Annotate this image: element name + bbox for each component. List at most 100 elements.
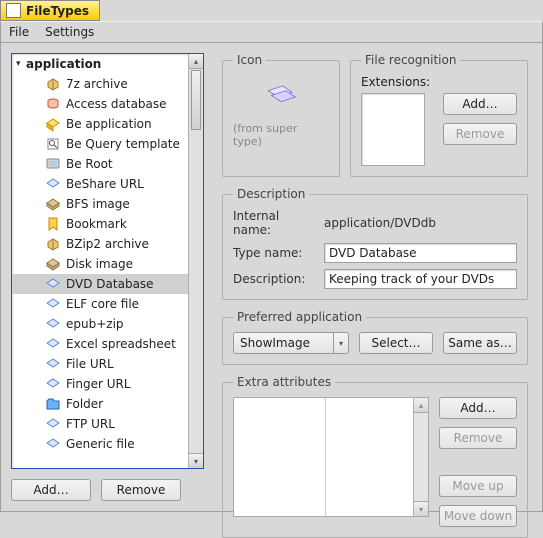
attr-add-button[interactable]: Add… xyxy=(439,397,517,419)
tree-item-label: Be application xyxy=(66,117,152,131)
tree-item[interactable]: BZip2 archive xyxy=(12,234,188,254)
type-tree[interactable]: application 7z archive Access database Be a… xyxy=(11,53,204,469)
menu-file[interactable]: File xyxy=(9,25,29,39)
menu-bar: File Settings xyxy=(0,21,543,43)
type-name-label: Type name: xyxy=(233,246,318,260)
extensions-list[interactable] xyxy=(361,93,425,166)
folder-icon xyxy=(44,396,61,413)
tree-item[interactable]: FTP URL xyxy=(12,414,188,434)
tree-item[interactable]: BFS image xyxy=(12,194,188,214)
tree-item[interactable]: 7z archive xyxy=(12,74,188,94)
tree-item-label: BeShare URL xyxy=(66,177,144,191)
window-title-bar: FileTypes xyxy=(0,0,100,21)
tree-item[interactable]: Finger URL xyxy=(12,374,188,394)
internal-name-label: Internal name: xyxy=(233,209,318,237)
attr-move-down-button[interactable]: Move down xyxy=(439,505,517,527)
attributes-table[interactable]: ▴ ▾ xyxy=(233,397,429,517)
tree-item-label: Folder xyxy=(66,397,103,411)
tree-item[interactable]: Access database xyxy=(12,94,188,114)
tree-item-label: Generic file xyxy=(66,437,135,451)
generic-icon xyxy=(44,336,61,353)
tree-item-label: BFS image xyxy=(66,197,130,211)
icon-group-title: Icon xyxy=(233,53,266,67)
tree-item[interactable]: Be application xyxy=(12,114,188,134)
tree-item[interactable]: Bookmark xyxy=(12,214,188,234)
scroll-down-icon: ▾ xyxy=(414,501,428,516)
attr-move-up-button[interactable]: Move up xyxy=(439,475,517,497)
tree-item-label: File URL xyxy=(66,357,114,371)
disk-icon xyxy=(44,256,61,273)
type-name-input[interactable]: DVD Database xyxy=(324,243,517,263)
query-icon xyxy=(44,136,61,153)
description-group: Description Internal name: application/D… xyxy=(222,187,528,300)
tree-item-label: DVD Database xyxy=(66,277,154,291)
attr-scrollbar[interactable]: ▴ ▾ xyxy=(413,398,428,516)
preferred-app-title: Preferred application xyxy=(233,310,366,324)
attr-remove-button[interactable]: Remove xyxy=(439,427,517,449)
generic-icon xyxy=(44,436,61,453)
window-title: FileTypes xyxy=(26,4,89,18)
scroll-up-icon: ▴ xyxy=(414,398,428,413)
tree-item-label: Finger URL xyxy=(66,377,131,391)
generic-icon xyxy=(44,296,61,313)
scroll-down-icon[interactable]: ▾ xyxy=(189,453,203,468)
scroll-thumb[interactable] xyxy=(191,70,201,130)
tree-add-button[interactable]: Add… xyxy=(11,479,91,501)
app-icon xyxy=(44,116,61,133)
generic-icon xyxy=(44,356,61,373)
tree-item[interactable]: DVD Database xyxy=(12,274,188,294)
description-label: Description: xyxy=(233,272,318,286)
tree-item-label: Be Root xyxy=(66,157,113,171)
disk-icon xyxy=(44,196,61,213)
extension-add-button[interactable]: Add… xyxy=(443,93,517,115)
close-button[interactable] xyxy=(6,3,21,18)
tree-item[interactable]: epub+zip xyxy=(12,314,188,334)
tree-item-label: 7z archive xyxy=(66,77,128,91)
tree-scrollbar[interactable]: ▴ ▾ xyxy=(188,54,203,468)
tree-item-label: application xyxy=(26,57,101,71)
generic-icon xyxy=(44,176,61,193)
type-icon-preview[interactable] xyxy=(262,78,300,119)
tree-item[interactable]: File URL xyxy=(12,354,188,374)
tree-item-label: Access database xyxy=(66,97,167,111)
extensions-label: Extensions: xyxy=(361,75,517,89)
chevron-down-icon[interactable]: ▾ xyxy=(333,332,349,354)
generic-icon xyxy=(44,376,61,393)
menu-settings[interactable]: Settings xyxy=(45,25,94,39)
extension-remove-button[interactable]: Remove xyxy=(443,123,517,145)
generic-icon xyxy=(44,276,61,293)
tree-remove-button[interactable]: Remove xyxy=(101,479,181,501)
tree-item[interactable]: Disk image xyxy=(12,254,188,274)
file-recognition-group: File recognition Extensions: Add… Remove xyxy=(350,53,528,177)
tree-item[interactable]: Be Query template xyxy=(12,134,188,154)
tree-item[interactable]: BeShare URL xyxy=(12,174,188,194)
tree-item[interactable]: Be Root xyxy=(12,154,188,174)
tree-item[interactable]: Folder xyxy=(12,394,188,414)
root-icon xyxy=(44,156,61,173)
tree-item[interactable]: ELF core file xyxy=(12,294,188,314)
tree-item-label: epub+zip xyxy=(66,317,124,331)
generic-icon xyxy=(44,416,61,433)
tree-parent-application[interactable]: application xyxy=(12,54,188,74)
file-recognition-title: File recognition xyxy=(361,53,460,67)
preferred-app-combo[interactable]: ShowImage ▾ xyxy=(233,332,349,354)
tree-item-label: Disk image xyxy=(66,257,133,271)
internal-name-value: application/DVDdb xyxy=(324,216,517,230)
tree-item-label: FTP URL xyxy=(66,417,115,431)
tree-item[interactable]: Generic file xyxy=(12,434,188,454)
description-title: Description xyxy=(233,187,309,201)
icon-group: Icon (from super type) xyxy=(222,53,340,177)
tree-item-label: Excel spreadsheet xyxy=(66,337,176,351)
scroll-up-icon[interactable]: ▴ xyxy=(189,54,203,69)
tree-item[interactable]: Excel spreadsheet xyxy=(12,334,188,354)
extra-attributes-group: Extra attributes ▴ ▾ Add… Remove Move up… xyxy=(222,375,528,538)
icon-from-super-label: (from super type) xyxy=(233,122,329,148)
description-input[interactable]: Keeping track of your DVDs xyxy=(324,269,517,289)
same-as-button[interactable]: Same as… xyxy=(443,332,517,354)
select-app-button[interactable]: Select… xyxy=(359,332,433,354)
tree-item-label: Bookmark xyxy=(66,217,127,231)
tree-item-label: Be Query template xyxy=(66,137,180,151)
main-content: application 7z archive Access database Be a… xyxy=(0,43,543,512)
tree-item-label: ELF core file xyxy=(66,297,139,311)
left-pane: application 7z archive Access database Be a… xyxy=(1,43,214,511)
